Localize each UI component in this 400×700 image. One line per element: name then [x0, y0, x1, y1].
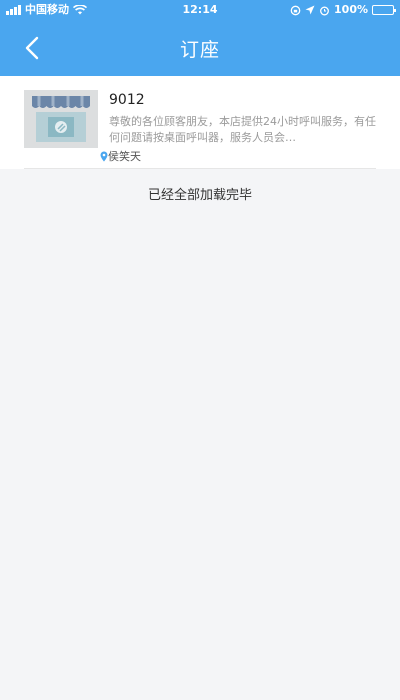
- battery-percent: 100%: [334, 3, 368, 16]
- shop-info: 9012 尊敬的各位顾客朋友，本店提供24小时呼叫服务，有任何问题请按桌面呼叫器…: [109, 90, 376, 168]
- shop-description: 尊敬的各位顾客朋友，本店提供24小时呼叫服务，有任何问题请按桌面呼叫器，服务人员…: [109, 115, 376, 144]
- chevron-left-icon: [25, 36, 39, 60]
- location-pin-icon: [100, 151, 108, 161]
- battery-icon: [372, 5, 396, 15]
- shop-name: 9012: [109, 92, 145, 108]
- status-bar: 中国移动 12:14 100%: [0, 0, 400, 20]
- alarm-icon: [320, 6, 329, 15]
- nav-bar: 订座: [0, 20, 400, 76]
- rotation-lock-icon: [290, 5, 301, 15]
- shop-card[interactable]: 9012 尊敬的各位顾客朋友，本店提供24小时呼叫服务，有任何问题请按桌面呼叫器…: [0, 76, 400, 168]
- shop-thumbnail: [24, 90, 98, 148]
- header: 中国移动 12:14 100% 订座: [0, 0, 400, 76]
- shop-location: 侯笑天: [100, 148, 141, 164]
- location-label: 侯笑天: [108, 150, 141, 163]
- back-button[interactable]: [14, 30, 50, 66]
- load-complete-text: 已经全部加载完毕: [147, 188, 252, 203]
- page-title: 订座: [179, 38, 220, 61]
- store-icon: [32, 96, 90, 142]
- shop-list: 9012 尊敬的各位顾客朋友，本店提供24小时呼叫服务，有任何问题请按桌面呼叫器…: [0, 76, 400, 169]
- location-arrow-icon: [305, 5, 315, 15]
- status-right: 100%: [290, 0, 396, 20]
